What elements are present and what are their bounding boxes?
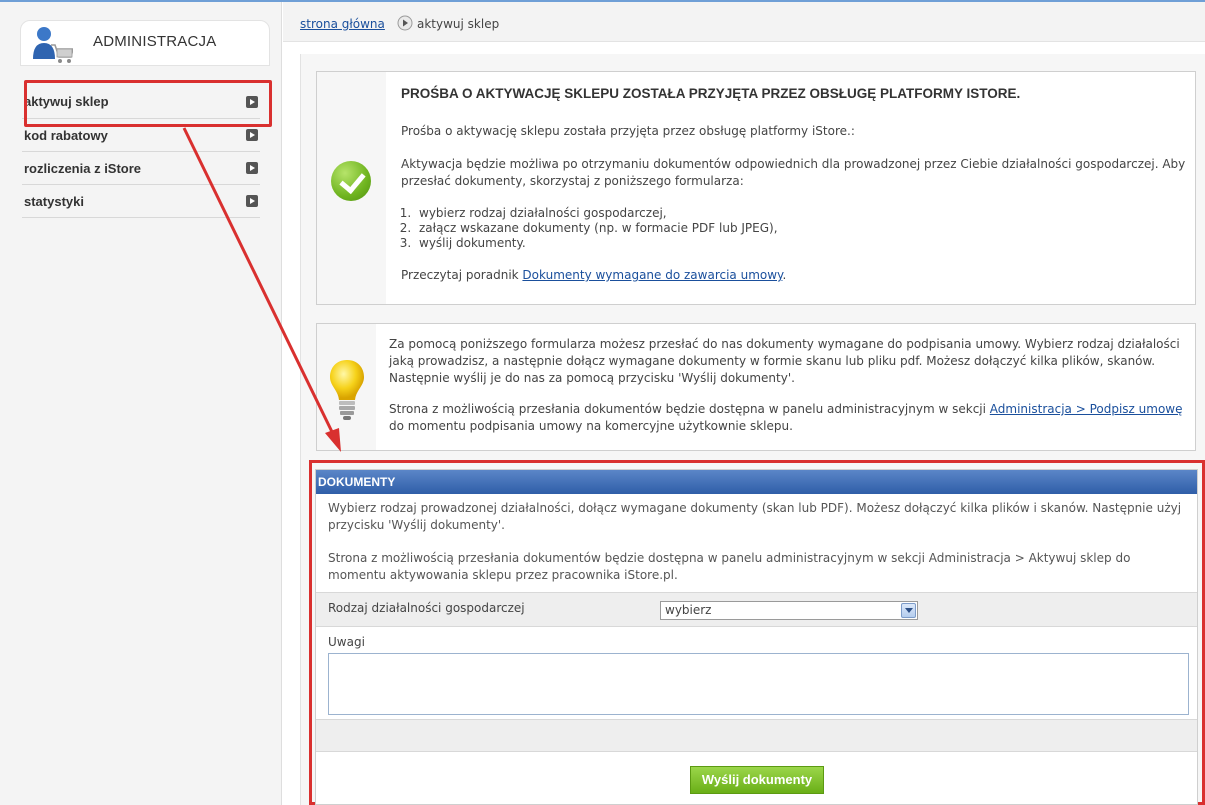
business-type-select[interactable]: wybierz bbox=[660, 601, 918, 620]
play-arrow-icon bbox=[246, 162, 258, 174]
guide-prefix: Przeczytaj poradnik bbox=[401, 268, 523, 282]
sidebar-item-rozliczenia[interactable]: rozliczenia z iStore bbox=[22, 152, 260, 185]
sidebar-item-label: kod rabatowy bbox=[24, 128, 108, 143]
notice-title: PROŚBA O AKTYWACJĘ SKLEPU ZOSTAŁA PRZYJĘ… bbox=[401, 86, 1021, 101]
sidebar-header: ADMINISTRACJA bbox=[20, 20, 270, 66]
notes-textarea[interactable] bbox=[328, 653, 1189, 715]
tip-box: Za pomocą poniższego formularza możesz p… bbox=[316, 323, 1196, 451]
documents-header: DOKUMENTY bbox=[316, 470, 1197, 494]
send-documents-button[interactable]: Wyślij dokumenty bbox=[690, 766, 824, 794]
tip-paragraph: Za pomocą poniższego formularza możesz p… bbox=[389, 337, 1180, 385]
business-type-row: Rodzaj działalności gospodarczej wybierz bbox=[316, 592, 1197, 627]
play-arrow-icon bbox=[246, 129, 258, 141]
documents-desc-1: Wybierz rodzaj prowadzonej działalności,… bbox=[328, 501, 1182, 532]
notes-row: Uwagi bbox=[316, 627, 1197, 719]
tip-text: Za pomocą poniższego formularza możesz p… bbox=[389, 336, 1189, 449]
notice-paragraph: Prośba o aktywację sklepu została przyję… bbox=[401, 124, 855, 138]
list-item: załącz wskazane dokumenty (np. w formaci… bbox=[415, 221, 1191, 236]
sidebar-title: ADMINISTRACJA bbox=[93, 33, 217, 50]
guide-link[interactable]: Dokumenty wymagane do zawarcia umowy bbox=[522, 268, 782, 282]
play-arrow-icon bbox=[246, 195, 258, 207]
admin-cart-icon bbox=[33, 27, 73, 63]
tip-paragraph-2: Strona z możliwością przesłania dokument… bbox=[389, 401, 1189, 435]
steps-list: wybierz rodzaj działalności gospodarczej… bbox=[415, 206, 1191, 251]
sidebar-item-statystyki[interactable]: statystyki bbox=[22, 185, 260, 218]
breadcrumb-current: aktywuj sklep bbox=[417, 17, 500, 31]
notes-label: Uwagi bbox=[328, 635, 365, 649]
sign-contract-link[interactable]: Administracja > Podpisz umowę bbox=[990, 402, 1183, 416]
breadcrumb: strona główna aktywuj sklep bbox=[283, 2, 1205, 42]
list-item: wybierz rodzaj działalności gospodarczej… bbox=[415, 206, 1191, 221]
empty-row bbox=[316, 719, 1197, 752]
notice-icon-column bbox=[317, 72, 386, 304]
business-type-label: Rodzaj działalności gospodarczej bbox=[328, 601, 525, 615]
activation-notice: PROŚBA O AKTYWACJĘ SKLEPU ZOSTAŁA PRZYJĘ… bbox=[316, 71, 1196, 305]
highlight-box-menu bbox=[24, 80, 272, 127]
sidebar-item-label: statystyki bbox=[24, 194, 84, 209]
guide-suffix: . bbox=[782, 268, 787, 282]
sidebar-item-label: rozliczenia z iStore bbox=[24, 161, 142, 176]
notice-paragraph: Aktywacja będzie możliwa po otrzymaniu d… bbox=[401, 157, 1186, 188]
documents-desc-2: Strona z możliwością przesłania dokument… bbox=[328, 551, 1131, 582]
business-type-value: wybierz bbox=[665, 603, 712, 617]
breadcrumb-separator-icon bbox=[397, 15, 413, 31]
check-icon bbox=[331, 161, 371, 201]
list-item: wyślij dokumenty. bbox=[415, 236, 1191, 251]
documents-panel: DOKUMENTY Wybierz rodzaj prowadzonej dzi… bbox=[315, 469, 1198, 805]
notice-text: PROŚBA O AKTYWACJĘ SKLEPU ZOSTAŁA PRZYJĘ… bbox=[401, 86, 1191, 300]
tip-icon-column bbox=[317, 324, 376, 450]
lightbulb-icon bbox=[330, 360, 364, 420]
guide-paragraph: Przeczytaj poradnik Dokumenty wymagane d… bbox=[401, 267, 1191, 284]
breadcrumb-home-link[interactable]: strona główna bbox=[300, 17, 385, 31]
chevron-down-icon[interactable] bbox=[901, 603, 916, 618]
tip-p2-prefix: Strona z możliwością przesłania dokument… bbox=[389, 402, 990, 416]
documents-description: Wybierz rodzaj prowadzonej działalności,… bbox=[316, 494, 1197, 590]
tip-p2-suffix: do momentu podpisania umowy na komercyjn… bbox=[389, 419, 793, 433]
